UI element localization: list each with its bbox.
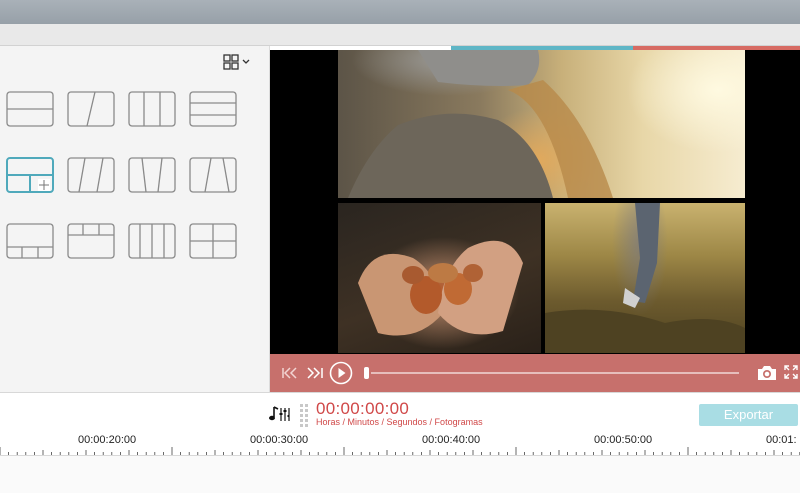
toolbar <box>0 24 800 46</box>
drag-grip-icon[interactable] <box>299 403 309 427</box>
layout-template-1[interactable] <box>6 91 54 127</box>
clip-top-woman[interactable] <box>338 50 745 198</box>
layout-template-12[interactable] <box>189 223 237 259</box>
play-icon <box>329 361 353 385</box>
clip-walk-image <box>545 203 745 353</box>
grid-layout-icon <box>223 54 250 70</box>
layout-template-3[interactable] <box>128 91 176 127</box>
layout-template-4[interactable] <box>189 91 237 127</box>
layout-template-11[interactable] <box>128 223 176 259</box>
ruler-label: 00:01: <box>766 434 797 446</box>
template-thumbnail <box>128 157 176 193</box>
template-thumbnail <box>6 157 54 193</box>
skip-forward-icon <box>307 367 323 379</box>
template-thumbnail <box>67 91 115 127</box>
template-thumbnail <box>6 223 54 259</box>
fullscreen-button[interactable] <box>783 364 799 385</box>
layout-template-8[interactable] <box>189 157 237 193</box>
camera-icon <box>758 366 776 380</box>
seek-handle[interactable] <box>364 367 369 379</box>
layout-menu-button[interactable] <box>222 53 256 71</box>
template-thumbnail <box>6 91 54 127</box>
add-cross-icon <box>38 179 50 191</box>
template-thumbnail <box>189 223 237 259</box>
ruler-label: 00:00:30:00 <box>250 434 309 446</box>
clip-hands-image <box>358 240 523 336</box>
skip-forward-button[interactable] <box>306 365 324 386</box>
fullscreen-icon <box>784 365 798 379</box>
play-button[interactable] <box>329 361 353 390</box>
music-mixer-icon <box>269 406 290 421</box>
ruler-label: 00:00:20:00 <box>78 434 137 446</box>
clip-top-image <box>348 50 613 198</box>
layout-template-5[interactable] <box>6 157 54 193</box>
clip-hands-nuts[interactable] <box>338 203 541 353</box>
ruler-label: 00:00:50:00 <box>594 434 653 446</box>
layout-template-7[interactable] <box>128 157 176 193</box>
template-thumbnail <box>67 157 115 193</box>
chevron-down-icon <box>242 59 250 64</box>
template-thumbnail <box>189 91 237 127</box>
layout-template-6[interactable] <box>67 157 115 193</box>
clip-walking-field[interactable] <box>545 203 745 353</box>
template-thumbnail <box>128 91 176 127</box>
layout-template-10[interactable] <box>67 223 115 259</box>
seek-bar[interactable] <box>371 372 739 374</box>
template-thumbnail <box>128 223 176 259</box>
skip-back-icon <box>282 367 297 379</box>
layout-template-9[interactable] <box>6 223 54 259</box>
template-thumbnail <box>67 223 115 259</box>
export-button[interactable]: Exportar <box>699 404 798 426</box>
timecode-display: 00:00:00:00 <box>316 399 410 418</box>
timecode-caption: Horas / Minutos / Segundos / Fotogramas <box>316 417 483 427</box>
timeline-tracks[interactable] <box>0 456 800 493</box>
skip-back-button[interactable] <box>281 365 299 386</box>
audio-mixer-button[interactable] <box>268 405 290 423</box>
layout-template-2[interactable] <box>67 91 115 127</box>
snapshot-button[interactable] <box>756 364 778 387</box>
window-titlebar <box>0 0 800 24</box>
template-thumbnail <box>189 157 237 193</box>
ruler-label: 00:00:40:00 <box>422 434 481 446</box>
